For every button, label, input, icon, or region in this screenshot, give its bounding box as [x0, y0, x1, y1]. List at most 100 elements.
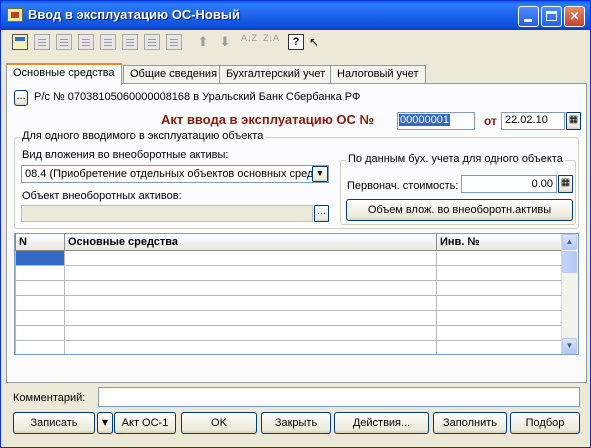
initial-cost-label: Первонач. стоимость:	[347, 180, 459, 192]
window-title: Ввод в эксплуатацию ОС-Новый	[28, 7, 240, 22]
tab-general-info[interactable]: Общие сведения	[123, 65, 225, 84]
comment-field[interactable]	[98, 387, 580, 407]
move-down-icon[interactable]: ⬇	[217, 34, 233, 50]
calendar-icon: ▦	[568, 114, 579, 125]
fixed-assets-table[interactable]: N Основные средства Инв. № ▲ ▼	[14, 233, 579, 355]
table-cell[interactable]	[15, 309, 65, 326]
tab-tax-accounting[interactable]: Налоговый учет	[330, 65, 426, 84]
table-cell[interactable]	[64, 249, 437, 266]
scroll-up-button[interactable]: ▲	[562, 234, 577, 250]
account-select-button[interactable]: ...	[14, 90, 28, 106]
table-cell[interactable]	[436, 324, 565, 341]
table-cell[interactable]	[15, 324, 65, 341]
comment-label: Комментарий:	[13, 392, 86, 404]
close-window-button[interactable]: ✕	[564, 6, 585, 27]
chevron-down-icon: ▼	[315, 168, 325, 178]
table-cell[interactable]	[15, 339, 65, 354]
copy-row-icon[interactable]	[34, 34, 50, 50]
new-document-icon[interactable]	[12, 34, 28, 50]
document-title: Акт ввода в эксплуатацию ОС №	[161, 112, 375, 127]
column-header-inventory-number[interactable]: Инв. №	[436, 234, 565, 251]
investment-type-dropdown[interactable]: ▼	[312, 166, 328, 182]
initial-cost-field[interactable]: 0.00	[461, 175, 557, 193]
scroll-thumb[interactable]	[562, 251, 577, 273]
save-options-dropdown[interactable]: ▾	[97, 412, 113, 434]
close-icon: ✕	[569, 9, 580, 23]
table-row[interactable]	[15, 294, 565, 311]
table-cell[interactable]	[64, 309, 437, 326]
mark-delete-icon[interactable]	[122, 34, 138, 50]
tab-accounting[interactable]: Бухгалтерский учет	[219, 65, 333, 84]
select-button[interactable]: Подбор	[510, 412, 580, 434]
investment-type-value: 08.4 (Приобретение отдельных объектов ос…	[25, 168, 314, 180]
noncurrent-asset-label: Объект внеоборотных активов:	[22, 190, 182, 202]
table-cell[interactable]	[64, 279, 437, 296]
help-icon[interactable]: ?	[288, 34, 304, 50]
document-number-field[interactable]: 00000001	[397, 112, 475, 130]
table-cell[interactable]	[64, 339, 437, 354]
move-up-icon[interactable]: ⬆	[195, 34, 211, 50]
actions-button[interactable]: Действия...	[334, 412, 429, 434]
act-os1-button[interactable]: Акт ОС-1	[114, 412, 176, 434]
table-cell[interactable]	[64, 324, 437, 341]
document-date-field[interactable]: 22.02.10	[501, 112, 565, 130]
noncurrent-asset-select-button[interactable]: ...	[314, 205, 329, 222]
column-header-fixed-assets[interactable]: Основные средства	[64, 234, 437, 251]
table-cell[interactable]	[436, 294, 565, 311]
minimize-button[interactable]	[518, 6, 539, 27]
move-to-group-icon[interactable]	[166, 34, 182, 50]
table-scrollbar[interactable]: ▲ ▼	[561, 234, 578, 354]
tab-fixed-assets[interactable]: Основные средства	[6, 63, 122, 85]
calendar-button[interactable]: ▦	[566, 112, 581, 130]
table-cell[interactable]	[15, 279, 65, 296]
calculator-icon: ▦	[560, 177, 571, 188]
table-row[interactable]	[15, 339, 565, 354]
table-row[interactable]	[15, 264, 565, 281]
single-object-group-title: Для одного вводимого в эксплуатацию объе…	[20, 130, 266, 142]
accounting-data-group-title: По данным бух. учета для одного объекта	[346, 153, 565, 165]
table-cell[interactable]	[436, 309, 565, 326]
calculator-button[interactable]: ▦	[558, 175, 573, 193]
sort-desc-icon[interactable]: Z↓A	[263, 34, 279, 50]
close-button[interactable]: Закрыть	[261, 412, 331, 434]
date-prefix-label: от	[484, 114, 497, 128]
scroll-down-button[interactable]: ▼	[562, 338, 577, 354]
investment-type-select[interactable]: 08.4 (Приобретение отдельных объектов ос…	[21, 165, 329, 183]
whats-this-icon[interactable]: ↖	[309, 34, 325, 50]
table-cell[interactable]	[64, 264, 437, 281]
column-header-n[interactable]: N	[15, 234, 65, 251]
ok-button[interactable]: OK	[181, 412, 257, 434]
fill-button[interactable]: Заполнить	[433, 412, 507, 434]
table-cell[interactable]	[15, 264, 65, 281]
sort-asc-icon[interactable]: A↓Z	[241, 34, 257, 50]
delete-row-icon[interactable]	[78, 34, 94, 50]
maximize-button[interactable]	[541, 6, 562, 27]
maximize-icon	[546, 11, 557, 21]
table-row[interactable]	[15, 324, 565, 341]
table-cell[interactable]	[436, 249, 565, 266]
chevron-down-icon: ▾	[101, 415, 109, 429]
edit-row-icon[interactable]	[56, 34, 72, 50]
save-button[interactable]: Записать	[13, 412, 95, 434]
noncurrent-asset-field[interactable]	[21, 205, 313, 222]
investment-volume-button[interactable]: Объем влож. во внеоборотн.активы	[346, 199, 573, 221]
table-cell[interactable]	[436, 339, 565, 354]
document-icon	[7, 8, 23, 22]
table-cell[interactable]	[64, 294, 437, 311]
document-window: Ввод в эксплуатацию ОС-Новый ✕ ⬆ ⬇ A↓Z Z…	[0, 0, 591, 448]
table-cell[interactable]	[436, 264, 565, 281]
table-cell[interactable]	[436, 279, 565, 296]
table-row[interactable]	[15, 279, 565, 296]
table-cell[interactable]	[15, 294, 65, 311]
investment-type-label: Вид вложения во внеоборотные активы:	[22, 149, 229, 161]
end-edit-icon[interactable]	[100, 34, 116, 50]
scroll-up-icon: ▲	[565, 237, 574, 246]
up-level-icon[interactable]	[144, 34, 160, 50]
title-bar[interactable]: Ввод в эксплуатацию ОС-Новый ✕	[1, 1, 590, 30]
minimize-icon	[524, 19, 532, 22]
table-row[interactable]	[15, 249, 565, 266]
table-cell[interactable]	[15, 249, 65, 266]
document-number-value: 00000001	[399, 114, 450, 126]
table-header-row: N Основные средства Инв. №	[15, 234, 565, 251]
table-row[interactable]	[15, 309, 565, 326]
